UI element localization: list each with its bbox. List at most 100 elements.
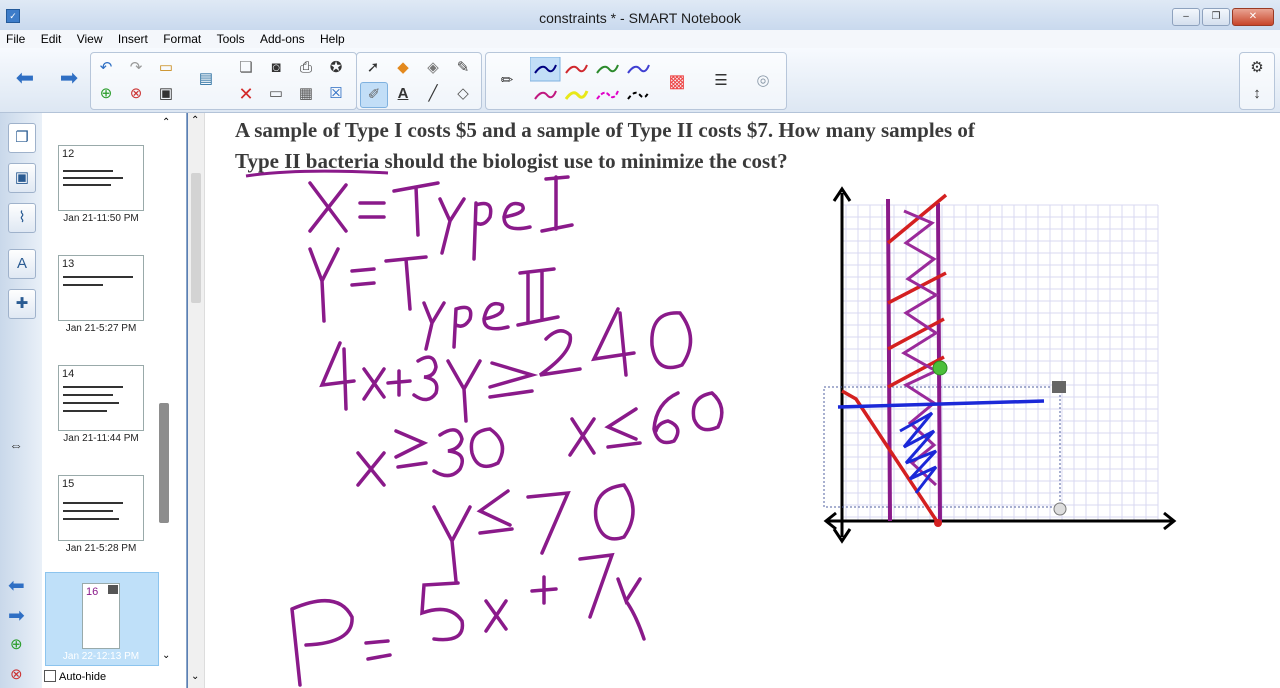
paste-icon[interactable]: ❏ xyxy=(233,56,259,80)
toolbar-extras: ⚙ ↕ xyxy=(1239,52,1275,110)
scroll-up-icon[interactable]: ⌃ xyxy=(162,117,170,128)
menu-file[interactable]: File xyxy=(0,30,31,48)
scroll-down-icon[interactable]: ⌄ xyxy=(162,650,170,661)
open-icon[interactable]: ▭ xyxy=(153,56,179,80)
menu-help[interactable]: Help xyxy=(314,30,351,48)
menu-addons[interactable]: Add-ons xyxy=(254,30,311,48)
pen-properties-group: ✏ ▩ ☰ ◎ xyxy=(485,52,787,110)
menu-insert[interactable]: Insert xyxy=(112,30,154,48)
properties-icon[interactable]: A xyxy=(8,249,36,279)
sidebar-back-icon[interactable]: ⬅ xyxy=(8,573,25,598)
line-icon[interactable]: ╱ xyxy=(420,82,446,106)
creative-pen-icon[interactable]: ✐ xyxy=(360,82,388,108)
page-thumb-13[interactable]: 13 xyxy=(58,255,144,321)
add-page-icon[interactable]: ⊕ xyxy=(10,635,23,653)
window-title: constraints * - SMART Notebook xyxy=(539,10,741,26)
page-thumb-12[interactable]: 12 xyxy=(58,145,144,211)
menu-tools[interactable]: Tools xyxy=(211,30,251,48)
ink-layer xyxy=(245,169,1177,687)
delete-icon[interactable]: ✕ xyxy=(233,82,259,106)
screen-icon[interactable]: ▭ xyxy=(263,82,289,106)
save-icon[interactable]: ▣ xyxy=(153,82,179,106)
autohide-checkbox[interactable] xyxy=(44,670,56,682)
undo-icon[interactable]: ↶ xyxy=(93,56,119,80)
close-icon[interactable]: ☒ xyxy=(323,82,349,106)
gallery-icon[interactable]: ▣ xyxy=(8,163,36,193)
fill-icon[interactable]: ◆ xyxy=(390,56,416,80)
page-number: 15 xyxy=(62,478,75,490)
page-thumb-14[interactable]: 14 xyxy=(58,365,144,431)
ink-constraint-3 xyxy=(568,391,724,457)
redo-icon[interactable]: ↷ xyxy=(123,56,149,80)
page-menu-icon[interactable] xyxy=(108,585,118,594)
page-number: 14 xyxy=(62,368,75,380)
settings-icon[interactable]: ⚙ xyxy=(1244,56,1270,80)
transparency-icon[interactable]: ◎ xyxy=(750,69,776,93)
menu-edit[interactable]: Edit xyxy=(35,30,68,48)
pen-swatch-selected[interactable] xyxy=(530,57,561,82)
page-label: Jan 21-11:50 PM xyxy=(63,213,139,224)
page-thumb-16[interactable]: 16 xyxy=(82,583,120,649)
capture-icon[interactable]: ⎙ xyxy=(293,56,319,80)
eraser-icon[interactable]: ◈ xyxy=(420,56,446,80)
thumb-line xyxy=(63,394,113,396)
green-point[interactable] xyxy=(932,360,948,376)
pen-swatch-8[interactable] xyxy=(627,90,650,100)
attachments-icon[interactable]: ⌇ xyxy=(8,203,36,233)
red-point xyxy=(934,519,942,527)
shape-eraser-icon[interactable]: ◇ xyxy=(450,82,476,106)
close-button[interactable]: ✕ xyxy=(1232,8,1274,26)
page-number: 12 xyxy=(62,148,75,160)
thumb-line xyxy=(63,284,103,286)
restore-button[interactable]: ❐ xyxy=(1202,8,1230,26)
sorter-scroll-thumb[interactable] xyxy=(159,403,169,523)
pen-swatch-3[interactable] xyxy=(596,64,619,74)
table-icon[interactable]: ▦ xyxy=(293,82,319,106)
pen-swatch-2[interactable] xyxy=(565,64,588,74)
color-palette-icon[interactable]: ▩ xyxy=(664,69,690,93)
pen-swatch-7[interactable] xyxy=(596,90,619,100)
minimize-button[interactable]: ‒ xyxy=(1172,8,1200,26)
pen-swatch-4[interactable] xyxy=(627,64,650,74)
menu-view[interactable]: View xyxy=(71,30,109,48)
menu-format[interactable]: Format xyxy=(157,30,207,48)
page-number: 16 xyxy=(86,586,99,598)
selection-menu-icon[interactable] xyxy=(1052,381,1066,393)
page-sorter-icon[interactable]: ❐ xyxy=(8,123,36,153)
notebook-canvas[interactable]: ⌃ ⌄ A sample of Type I costs $5 and a sa… xyxy=(187,113,1280,688)
resize-handle[interactable] xyxy=(1053,502,1067,516)
ink-y-equals-type2 xyxy=(308,247,560,351)
thumb-line xyxy=(63,170,113,172)
screen-share-icon[interactable]: ▤ xyxy=(193,67,219,91)
pen-swatch-6[interactable] xyxy=(564,90,589,100)
pen-icon[interactable]: ✎ xyxy=(450,56,476,80)
add-page-icon[interactable]: ⊕ xyxy=(93,82,119,106)
select-icon[interactable]: ➚ xyxy=(360,56,386,80)
sorter-scrollbar[interactable]: ⌃ ⌄ xyxy=(160,113,182,688)
pen-swatch-5[interactable] xyxy=(534,90,557,100)
magic-icon[interactable]: ✪ xyxy=(323,56,349,80)
autohide-label: Auto-hide xyxy=(59,671,107,683)
text-icon[interactable]: A xyxy=(390,82,416,106)
y-axis xyxy=(832,186,852,544)
thumb-line xyxy=(63,177,123,179)
delete-page-icon[interactable]: ⊗ xyxy=(123,82,149,106)
thumb-line xyxy=(63,510,113,512)
ink-objective xyxy=(290,552,646,687)
resize-icon[interactable]: ⇔ xyxy=(9,437,23,453)
toolbar-move-icon[interactable]: ↕ xyxy=(1244,82,1270,106)
pen-style-icon[interactable]: ✏ xyxy=(494,69,520,93)
addons-icon[interactable]: ✚ xyxy=(8,289,36,319)
forward-arrow-icon[interactable]: ➡ xyxy=(56,66,82,90)
sidebar-forward-icon[interactable]: ➡ xyxy=(8,603,25,628)
delete-page-icon[interactable]: ⊗ xyxy=(10,665,23,683)
back-arrow-icon[interactable]: ⬅ xyxy=(12,66,38,90)
graph xyxy=(823,186,1177,544)
autohide-option[interactable]: Auto-hide xyxy=(44,670,106,683)
thumb-line xyxy=(63,386,123,388)
page-label: Jan 21-5:28 PM xyxy=(65,543,137,554)
title-bar: ✓ constraints * - SMART Notebook ‒ ❐ ✕ xyxy=(0,0,1280,31)
page-thumb-15[interactable]: 15 xyxy=(58,475,144,541)
line-style-icon[interactable]: ☰ xyxy=(708,69,734,93)
screenshade-icon[interactable]: ◙ xyxy=(263,56,289,80)
